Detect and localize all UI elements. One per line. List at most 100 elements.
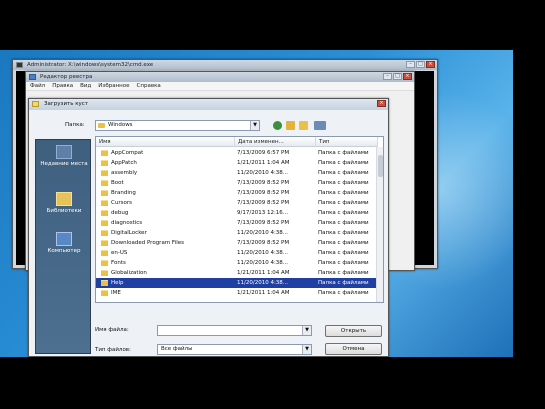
menu-edit[interactable]: Правка [52, 82, 73, 90]
column-header-type[interactable]: Тип [316, 137, 378, 147]
file-row[interactable]: Branding 7/13/2009 8:52 PM Папка с файлами [96, 188, 378, 198]
folder-icon [32, 101, 39, 107]
folder-icon [101, 260, 108, 266]
lookin-combo[interactable]: Windows ▼ [95, 120, 260, 131]
file-name: Downloaded Program Files [111, 240, 184, 246]
file-name: Branding [111, 190, 136, 196]
file-name: Cursors [111, 200, 132, 206]
file-name: diagnostics [111, 220, 143, 226]
file-name: Globalization [111, 270, 147, 276]
up-folder-icon[interactable] [286, 121, 295, 130]
file-date: 11/20/2010 4:38... [237, 260, 289, 266]
file-date: 11/20/2010 4:38... [237, 280, 289, 286]
regedit-title: Редактор реестра [40, 74, 93, 80]
filetype-select[interactable]: Все файлы ▼ [157, 344, 312, 355]
file-date: 9/17/2013 12:16... [237, 210, 289, 216]
place-recent[interactable]: Недавние места [36, 145, 92, 168]
column-header-name[interactable]: Имя [96, 137, 235, 147]
file-type: Папка с файлами [318, 280, 369, 286]
file-date: 7/13/2009 6:57 PM [237, 150, 290, 156]
menu-favorites[interactable]: Избранное [98, 82, 129, 90]
maximize-button[interactable]: □ [393, 73, 402, 80]
chevron-down-icon[interactable]: ▼ [302, 345, 311, 354]
open-button[interactable]: Открыть [325, 325, 382, 337]
filetype-value: Все файлы [161, 346, 193, 352]
new-folder-icon[interactable] [299, 121, 308, 130]
file-name: Fonts [111, 260, 126, 266]
file-date: 11/20/2010 4:38... [237, 250, 289, 256]
file-type: Папка с файлами [318, 160, 369, 166]
load-hive-dialog: Загрузить куст × Папка: Windows ▼ Недавн… [28, 98, 389, 357]
close-button[interactable]: × [403, 73, 412, 80]
file-row[interactable]: AppCompat 7/13/2009 6:57 PM Папка с файлам… [96, 148, 378, 158]
scrollbar-thumb[interactable] [378, 155, 383, 177]
file-row[interactable]: Downloaded Program Files 7/13/2009 8:52 P… [96, 238, 378, 248]
file-row[interactable]: IME 1/21/2011 1:04 AM Папка с файлами [96, 288, 378, 298]
lookin-value: Windows [108, 122, 133, 128]
place-libraries-label: Библиотеки [46, 208, 82, 214]
folder-icon [101, 190, 108, 196]
minimize-button[interactable]: – [383, 73, 392, 80]
lookin-label: Папка: [65, 122, 85, 128]
file-row[interactable]: DigitalLocker 11/20/2010 4:38... Папка с ф… [96, 228, 378, 238]
file-type: Папка с файлами [318, 260, 369, 266]
chevron-down-icon[interactable]: ▼ [250, 121, 259, 130]
file-type: Папка с файлами [318, 240, 369, 246]
file-type: Папка с файлами [318, 200, 369, 206]
close-button[interactable]: × [377, 100, 386, 107]
menu-help[interactable]: Справка [137, 82, 161, 90]
menu-view[interactable]: Вид [80, 82, 91, 90]
maximize-button[interactable]: □ [416, 61, 425, 68]
regedit-titlebar[interactable]: Редактор реестра – □ × [26, 72, 414, 82]
file-row[interactable]: AppPatch 1/21/2011 1:04 AM Папка с файлами [96, 158, 378, 168]
file-date: 7/13/2009 8:52 PM [237, 200, 290, 206]
file-row[interactable]: Help 11/20/2010 4:38... Папка с файлами [96, 278, 378, 288]
file-date: 7/13/2009 8:52 PM [237, 240, 290, 246]
file-row[interactable]: assembly 11/20/2010 4:38... Папка с файлам… [96, 168, 378, 178]
column-header-date[interactable]: Дата изменен... [235, 137, 316, 147]
folder-icon [101, 200, 108, 206]
file-name: en-US [111, 250, 128, 256]
cmd-titlebar[interactable]: Administrator: X:\windows\system32\cmd.e… [13, 60, 437, 70]
file-row[interactable]: Boot 7/13/2009 8:52 PM Папка с файлами [96, 178, 378, 188]
file-name: IME [111, 290, 121, 296]
file-type: Папка с файлами [318, 210, 369, 216]
file-name: AppCompat [111, 150, 144, 156]
vertical-scrollbar[interactable] [376, 147, 383, 302]
cmd-icon [16, 62, 23, 68]
file-type: Папка с файлами [318, 150, 369, 156]
close-button[interactable]: × [426, 61, 435, 68]
place-libraries[interactable]: Библиотеки [36, 192, 92, 215]
filename-input[interactable]: ▼ [157, 325, 312, 336]
file-date: 1/21/2011 1:04 AM [237, 290, 290, 296]
file-row[interactable]: Fonts 11/20/2010 4:38... Папка с файлами [96, 258, 378, 268]
file-date: 1/21/2011 1:04 AM [237, 160, 290, 166]
file-date: 7/13/2009 8:52 PM [237, 190, 290, 196]
file-list[interactable]: Имя Дата изменен... Тип AppCompat 7/13/20… [95, 136, 384, 303]
file-row[interactable]: Globalization 1/21/2011 1:04 AM Папка с фа… [96, 268, 378, 278]
file-row[interactable]: debug 9/17/2013 12:16... Папка с файлами [96, 208, 378, 218]
file-name: Boot [111, 180, 124, 186]
file-row[interactable]: en-US 11/20/2010 4:38... Папка с файлами [96, 248, 378, 258]
chevron-down-icon[interactable]: ▼ [302, 326, 311, 335]
file-row[interactable]: diagnostics 7/13/2009 8:52 PM Папка с файл… [96, 218, 378, 228]
cancel-button[interactable]: Отмена [325, 343, 382, 355]
menu-file[interactable]: Файл [30, 82, 45, 90]
places-bar: Недавние места Библиотеки Компьютер [35, 139, 91, 354]
file-name: Help [111, 280, 124, 286]
place-computer[interactable]: Компьютер [36, 232, 92, 255]
file-type: Папка с файлами [318, 180, 369, 186]
file-row[interactable]: Cursors 7/13/2009 8:52 PM Папка с файлами [96, 198, 378, 208]
file-name: debug [111, 210, 129, 216]
minimize-button[interactable]: – [406, 61, 415, 68]
view-menu-icon[interactable] [314, 121, 326, 130]
file-name: assembly [111, 170, 138, 176]
folder-icon [101, 180, 108, 186]
place-computer-label: Компьютер [47, 248, 81, 254]
file-date: 11/20/2010 4:38... [237, 230, 289, 236]
file-date: 11/20/2010 4:38... [237, 170, 289, 176]
dialog-titlebar[interactable]: Загрузить куст × [29, 99, 388, 110]
folder-icon [98, 123, 105, 128]
back-icon[interactable] [273, 121, 282, 130]
file-type: Папка с файлами [318, 190, 369, 196]
